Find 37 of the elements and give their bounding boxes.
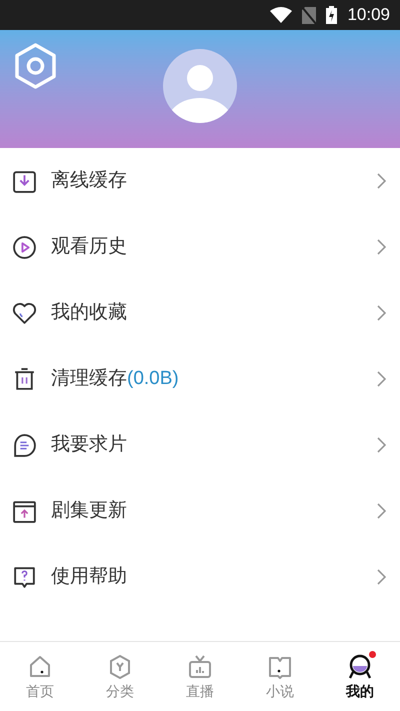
chevron-right-icon xyxy=(376,173,386,189)
tab-item[interactable]: 我的 xyxy=(320,642,400,711)
no-sim-icon xyxy=(302,6,316,24)
settings-icon[interactable] xyxy=(14,43,57,89)
hexagon-icon xyxy=(107,654,133,680)
cache-size: (0.0B) xyxy=(127,366,179,391)
chevron-right-icon xyxy=(376,569,386,585)
chevron-right-icon xyxy=(376,371,386,387)
menu-label[interactable]: 我的收藏 xyxy=(51,298,127,328)
download-icon xyxy=(12,168,37,194)
tv-icon xyxy=(187,654,213,680)
chevron-right-icon xyxy=(376,305,386,321)
menu-label[interactable]: 剧集更新 xyxy=(51,496,127,526)
upload-icon xyxy=(12,498,37,524)
chevron-right-icon xyxy=(376,437,386,453)
menu-label[interactable]: 离线缓存 xyxy=(51,166,127,196)
clock-time: 10:09 xyxy=(347,4,390,26)
tab-item[interactable]: 小说 xyxy=(240,642,320,711)
tab-item[interactable]: 首页 xyxy=(0,642,80,711)
wifi-icon xyxy=(270,7,292,23)
play-icon xyxy=(12,234,37,260)
chat-icon xyxy=(12,432,37,458)
avatar-icon[interactable] xyxy=(163,49,237,123)
menu-label[interactable]: 我要求片 xyxy=(51,430,127,460)
menu-label[interactable]: 观看历史 xyxy=(51,232,127,262)
home-icon xyxy=(27,654,53,680)
battery-charging-icon xyxy=(326,6,338,24)
menu-label[interactable]: 清理缓存 xyxy=(51,364,127,394)
question-icon xyxy=(12,564,37,590)
tab-item[interactable]: 分类 xyxy=(80,642,160,711)
trash-icon xyxy=(12,366,37,392)
menu-label[interactable]: 使用帮助 xyxy=(51,562,127,592)
chevron-right-icon xyxy=(376,239,386,255)
chevron-right-icon xyxy=(376,503,386,519)
heart-icon xyxy=(12,300,37,326)
tab-item[interactable]: 直播 xyxy=(160,642,240,711)
profile-icon xyxy=(347,654,373,680)
